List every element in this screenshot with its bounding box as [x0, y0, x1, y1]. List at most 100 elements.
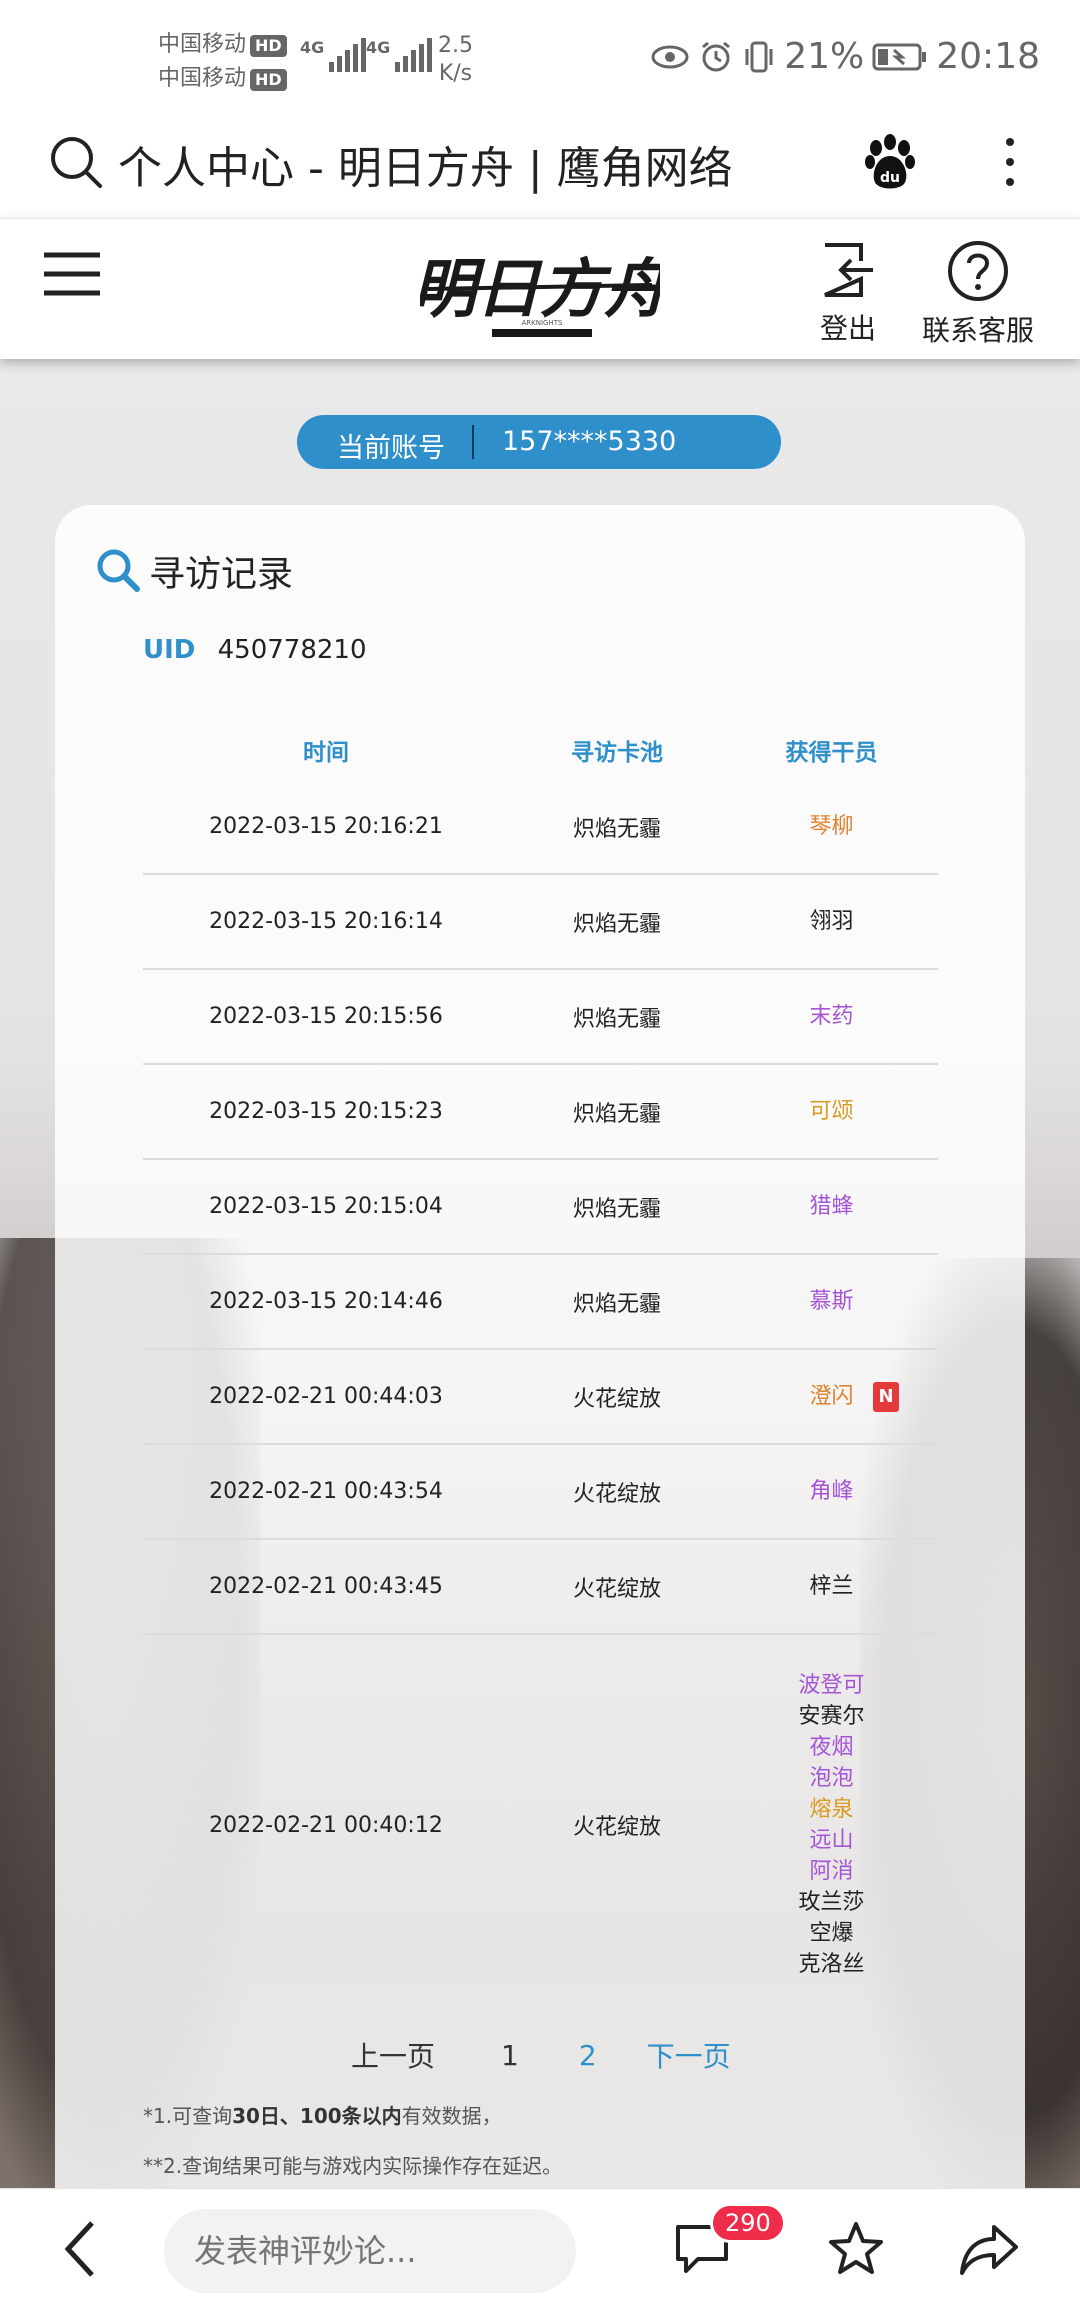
network-type-2: 4G [366, 38, 391, 57]
card-title-text: 寻访记录 [149, 554, 294, 595]
logo-sub: ARKNIGHTS [522, 319, 564, 327]
operator-name: 泡泡 [809, 1766, 854, 1791]
uid-row: UID 450778210 [143, 635, 367, 665]
signal-icon: 4G [366, 38, 435, 72]
more-vertical-icon[interactable] [1000, 132, 1020, 192]
operator-name: 慕斯 [809, 1289, 854, 1314]
speed-unit: K/s [438, 61, 473, 86]
row-time: 2022-02-21 00:43:54 [209, 1479, 443, 1504]
hd-badge: HD [250, 69, 287, 91]
pagination: 上一页 1 2 下一页 [351, 2035, 731, 2075]
search-icon [97, 549, 140, 592]
comment-input[interactable] [164, 2209, 576, 2293]
note-2: **2.查询结果可能与游戏内实际操作存在延迟。 [143, 2154, 563, 2178]
table-row: 2022-03-15 20:15:04 炽焰无霾 猎蜂 [143, 1160, 938, 1255]
share-icon[interactable] [958, 2219, 1020, 2279]
carrier-1: 中国移动 [158, 32, 247, 57]
operator-name: 末药 [809, 1004, 854, 1029]
bottom-bar: 290 [0, 2188, 1080, 2311]
menu-icon[interactable] [42, 249, 102, 299]
row-time: 2022-03-15 20:14:46 [209, 1289, 443, 1314]
row-pool: 炽焰无霾 [572, 911, 661, 937]
row-pool: 炽焰无霾 [572, 1101, 661, 1127]
table-row: 2022-02-21 00:40:12 火花绽放 波登可 安赛尔 夜烟 泡泡 熔泉 远山 阿消玫… [143, 1635, 938, 2015]
baidu-paw-icon[interactable]: du [862, 132, 918, 192]
prev-page-link[interactable]: 上一页 [351, 2035, 435, 2075]
row-time: 2022-03-15 20:15:56 [209, 1004, 443, 1029]
arknights-logo[interactable]: 明日方舟 ARKNIGHTS [412, 233, 673, 353]
row-pool: 火花绽放 [572, 1386, 661, 1412]
header-time: 时间 [303, 740, 349, 766]
note-1: *1.可查询30日、100条以内有效数据， [143, 2104, 502, 2128]
operator-name: 琴柳 [809, 814, 854, 839]
gacha-record-card: 寻访记录 UID 450778210 时间 寻访卡池 获得干员 2022-03-… [55, 505, 1025, 2265]
page-1-link[interactable]: 1 [501, 2039, 519, 2072]
operator-name: 安赛尔 [798, 1704, 865, 1729]
carrier-2: 中国移动 [158, 66, 247, 91]
row-operators: 角峰 [725, 1476, 938, 1507]
table-row: 2022-03-15 20:15:56 炽焰无霾 末药 [143, 970, 938, 1065]
new-badge: N [873, 1381, 899, 1412]
status-right: 21% 20:18 [650, 36, 1040, 77]
row-operators: 猎蜂 [725, 1191, 938, 1222]
logout-icon [824, 243, 873, 297]
site-header: 明日方舟 ARKNIGHTS 登出 联系客服 [0, 218, 1080, 359]
alarm-icon [702, 41, 731, 71]
carrier-info: 中国移动 HD 中国移动 HD [158, 28, 287, 96]
account-value: 157****5330 [502, 426, 677, 457]
uid-label: UID [143, 635, 196, 665]
table-row: 2022-03-15 20:15:23 炽焰无霾 可颂 [143, 1065, 938, 1160]
comment-count-badge: 290 [710, 2203, 786, 2243]
operator-name: 空爆 [809, 1921, 854, 1946]
vibrate-icon [745, 41, 773, 72]
table-row: 2022-02-21 00:43:45 火花绽放 梓兰 [143, 1540, 938, 1635]
page-2-link[interactable]: 2 [579, 2039, 597, 2072]
table-row: 2022-03-15 20:16:14 炽焰无霾 翎羽 [143, 875, 938, 970]
logout-button[interactable]: 登出 [808, 239, 888, 347]
table-row: 2022-02-21 00:43:54 火花绽放 角峰 [143, 1445, 938, 1540]
browser-bar: 个人中心 - 明日方舟 | 鹰角网络 du [0, 118, 1080, 218]
clock: 20:18 [936, 36, 1040, 77]
notes: *1.可查询30日、100条以内有效数据， **2.查询结果可能与游戏内实际操作… [143, 2103, 562, 2179]
operator-name: 远山 [809, 1828, 854, 1853]
current-account-pill: 当前账号 157****5330 [297, 415, 781, 469]
row-time: 2022-03-15 20:16:21 [209, 814, 443, 839]
operator-name: 夜烟 [809, 1735, 854, 1760]
operator-name: 可颂 [809, 1099, 854, 1124]
row-time: 2022-02-21 00:44:03 [209, 1384, 443, 1409]
row-time: 2022-03-15 20:15:04 [209, 1194, 443, 1219]
header-pool: 寻访卡池 [571, 740, 663, 766]
table-header: 时间 寻访卡池 获得干员 [143, 720, 938, 780]
battery-percent: 21% [784, 36, 865, 77]
row-operators: 末药 [725, 1001, 938, 1032]
row-operators: 梓兰 [725, 1571, 938, 1602]
operator-name: 梓兰 [809, 1574, 854, 1599]
header-operator: 获得干员 [785, 740, 878, 766]
signal-icon: 4G [300, 38, 369, 72]
row-operators: 琴柳 [725, 811, 938, 842]
row-time: 2022-02-21 00:43:45 [209, 1574, 443, 1599]
table-body: 2022-03-15 20:16:21 炽焰无霾 琴柳 2022-03-15 20:1… [143, 780, 938, 2015]
help-icon [948, 241, 1008, 301]
network-speed: 2.5 K/s [438, 32, 473, 88]
hd-badge: HD [250, 35, 287, 57]
star-icon[interactable] [826, 2219, 886, 2279]
status-bar: 中国移动 HD 中国移动 HD 4G 4G 2.5 K/s 21% 20:18 [0, 0, 1080, 118]
row-operators: 慕斯 [725, 1286, 938, 1317]
row-time: 2022-02-21 00:40:12 [209, 1812, 443, 1838]
row-pool: 火花绽放 [572, 1815, 661, 1840]
next-page-link[interactable]: 下一页 [647, 2035, 731, 2075]
row-pool: 炽焰无霾 [572, 816, 661, 842]
row-time: 2022-03-15 20:16:14 [209, 909, 443, 934]
operator-name: 猎蜂 [809, 1194, 854, 1219]
row-operators: 可颂 [725, 1096, 938, 1127]
support-button[interactable]: 联系客服 [918, 239, 1038, 349]
speed-value: 2.5 [438, 33, 473, 58]
search-icon[interactable] [48, 134, 104, 190]
back-icon[interactable] [60, 2217, 100, 2281]
row-pool: 炽焰无霾 [572, 1291, 661, 1317]
page-title[interactable]: 个人中心 - 明日方舟 | 鹰角网络 [118, 132, 733, 196]
account-label: 当前账号 [337, 433, 445, 464]
row-operators: 波登可 安赛尔 夜烟 泡泡 熔泉 远山 阿消 玫兰莎 空爆 克洛丝 [725, 1670, 938, 1980]
operator-name: 熔泉 [809, 1797, 854, 1822]
